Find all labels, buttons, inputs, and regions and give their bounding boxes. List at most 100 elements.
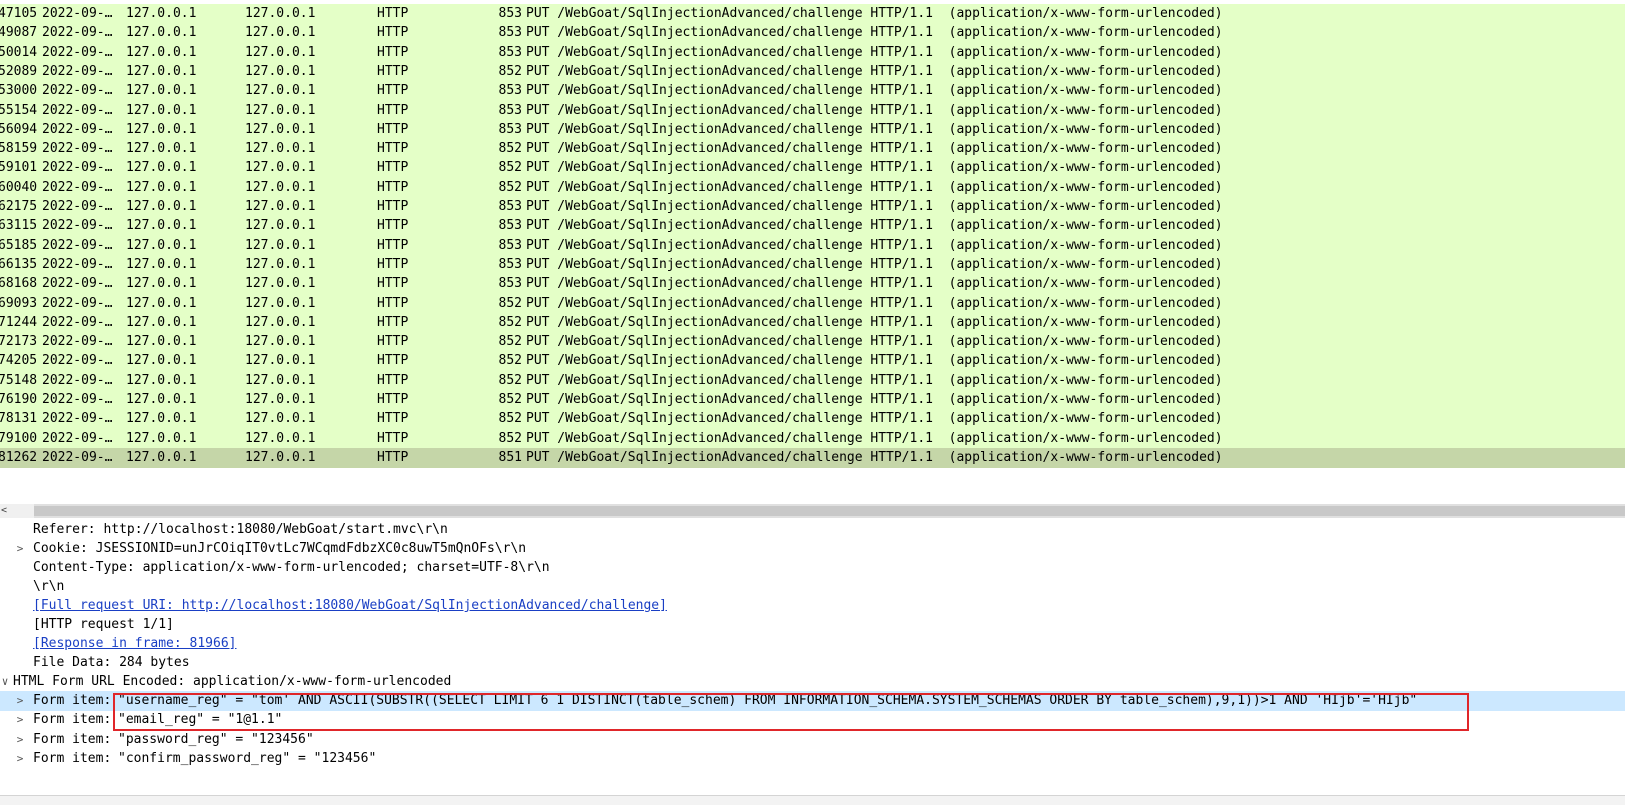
- packet-row[interactable]: 76190 2022-09-… 127.0.0.1 127.0.0.1 HTTP 852 P…: [0, 390, 1625, 410]
- packet-row[interactable]: 62175 2022-09-… 127.0.0.1 127.0.0.1 HTTP 853 P…: [0, 197, 1625, 217]
- form-item-value: "confirm_password_reg" = "123456": [118, 751, 377, 766]
- packet-protocol: HTTP: [377, 450, 409, 465]
- packet-row[interactable]: 52089 2022-09-… 127.0.0.1 127.0.0.1 HTTP 852 P…: [0, 62, 1625, 82]
- collapse-arrow-icon[interactable]: ∨: [0, 672, 11, 692]
- packet-row[interactable]: 60040 2022-09-… 127.0.0.1 127.0.0.1 HTTP 852 P…: [0, 178, 1625, 198]
- packet-destination: 127.0.0.1: [245, 160, 316, 175]
- packet-source: 127.0.0.1: [126, 373, 197, 388]
- packet-info: PUT /WebGoat/SqlInjectionAdvanced/challe…: [526, 103, 1223, 118]
- packet-time: 2022-09-…: [42, 25, 113, 40]
- packet-protocol: HTTP: [377, 373, 409, 388]
- packet-destination: 127.0.0.1: [245, 392, 316, 407]
- packet-row[interactable]: 71244 2022-09-… 127.0.0.1 127.0.0.1 HTTP 852 P…: [0, 313, 1625, 333]
- packet-row[interactable]: 66135 2022-09-… 127.0.0.1 127.0.0.1 HTTP 853 P…: [0, 255, 1625, 275]
- detail-content-type-text: Content-Type: application/x-www-form-url…: [33, 560, 550, 575]
- form-item-value: "password_reg" = "123456": [118, 732, 314, 747]
- packet-length: 852: [498, 411, 522, 426]
- detail-crlf[interactable]: \r\n: [0, 577, 1625, 597]
- expand-arrow-icon[interactable]: >: [14, 730, 26, 750]
- packet-protocol: HTTP: [377, 160, 409, 175]
- packet-destination: 127.0.0.1: [245, 431, 316, 446]
- packet-row[interactable]: 50014 2022-09-… 127.0.0.1 127.0.0.1 HTTP 853 P…: [0, 43, 1625, 63]
- packet-protocol: HTTP: [377, 353, 409, 368]
- packet-number: 66135: [0, 257, 38, 272]
- packet-info: PUT /WebGoat/SqlInjectionAdvanced/challe…: [526, 431, 1223, 446]
- packet-destination: 127.0.0.1: [245, 450, 316, 465]
- scroll-left-arrow-icon[interactable]: <: [0, 504, 34, 518]
- expand-arrow-icon[interactable]: >: [14, 691, 26, 711]
- packet-row[interactable]: 69093 2022-09-… 127.0.0.1 127.0.0.1 HTTP 852 P…: [0, 294, 1625, 314]
- packet-info: PUT /WebGoat/SqlInjectionAdvanced/challe…: [526, 45, 1223, 60]
- packet-protocol: HTTP: [377, 276, 409, 291]
- expand-arrow-icon[interactable]: >: [14, 749, 26, 769]
- packet-length: 853: [498, 218, 522, 233]
- packet-length: 853: [498, 83, 522, 98]
- packet-length: 852: [498, 315, 522, 330]
- packet-number: 74205: [0, 353, 38, 368]
- packet-row[interactable]: 72173 2022-09-… 127.0.0.1 127.0.0.1 HTTP 852 P…: [0, 332, 1625, 352]
- packet-protocol: HTTP: [377, 122, 409, 137]
- packet-protocol: HTTP: [377, 218, 409, 233]
- packet-info: PUT /WebGoat/SqlInjectionAdvanced/challe…: [526, 122, 1223, 137]
- form-item-row[interactable]: > Form item: "confirm_password_reg" = "12…: [0, 749, 1625, 769]
- packet-number: 52089: [0, 64, 38, 79]
- packet-time: 2022-09-…: [42, 411, 113, 426]
- packet-time: 2022-09-…: [42, 276, 113, 291]
- packet-row[interactable]: 58159 2022-09-… 127.0.0.1 127.0.0.1 HTTP 852 P…: [0, 139, 1625, 159]
- form-item-row[interactable]: > Form item: "email_reg" = "1@1.1": [0, 710, 1625, 730]
- packet-row[interactable]: 81262 2022-09-… 127.0.0.1 127.0.0.1 HTTP 851 P…: [0, 448, 1625, 468]
- packet-list[interactable]: 47105 2022-09-… 127.0.0.1 127.0.0.1 HTTP 853 P…: [0, 0, 1625, 484]
- expand-arrow-icon[interactable]: >: [14, 539, 26, 559]
- detail-content-type[interactable]: Content-Type: application/x-www-form-url…: [0, 558, 1625, 578]
- packet-details-tree[interactable]: Referer: http://localhost:18080/WebGoat/…: [0, 520, 1625, 804]
- packet-protocol: HTTP: [377, 103, 409, 118]
- packet-row[interactable]: 65185 2022-09-… 127.0.0.1 127.0.0.1 HTTP 853 P…: [0, 236, 1625, 256]
- packet-info: PUT /WebGoat/SqlInjectionAdvanced/challe…: [526, 64, 1223, 79]
- detail-file-data[interactable]: File Data: 284 bytes: [0, 653, 1625, 673]
- detail-response-in[interactable]: [Response in frame: 81966]: [0, 634, 1625, 654]
- packet-row[interactable]: 75148 2022-09-… 127.0.0.1 127.0.0.1 HTTP 852 P…: [0, 371, 1625, 391]
- detail-http-request[interactable]: [HTTP request 1/1]: [0, 615, 1625, 635]
- packet-length: 852: [498, 64, 522, 79]
- packet-row[interactable]: 59101 2022-09-… 127.0.0.1 127.0.0.1 HTTP 852 P…: [0, 158, 1625, 178]
- detail-referer[interactable]: Referer: http://localhost:18080/WebGoat/…: [0, 520, 1625, 540]
- packet-source: 127.0.0.1: [126, 160, 197, 175]
- scrollbar-thumb[interactable]: [34, 506, 1625, 516]
- packet-destination: 127.0.0.1: [245, 6, 316, 21]
- packet-destination: 127.0.0.1: [245, 353, 316, 368]
- packet-row[interactable]: 68168 2022-09-… 127.0.0.1 127.0.0.1 HTTP 853 P…: [0, 274, 1625, 294]
- packet-length: 853: [498, 25, 522, 40]
- packet-time: 2022-09-…: [42, 334, 113, 349]
- packet-row[interactable]: 78131 2022-09-… 127.0.0.1 127.0.0.1 HTTP 852 P…: [0, 409, 1625, 429]
- form-item-row[interactable]: > Form item: "username_reg" = "tom' AND A…: [0, 691, 1625, 711]
- packet-time: 2022-09-…: [42, 257, 113, 272]
- packet-info: PUT /WebGoat/SqlInjectionAdvanced/challe…: [526, 199, 1223, 214]
- packet-row[interactable]: 49087 2022-09-… 127.0.0.1 127.0.0.1 HTTP 853 P…: [0, 23, 1625, 43]
- detail-full-uri[interactable]: [Full request URI: http://localhost:1808…: [0, 596, 1625, 616]
- horizontal-scrollbar[interactable]: <: [0, 504, 1625, 518]
- packet-row[interactable]: 47105 2022-09-… 127.0.0.1 127.0.0.1 HTTP 853 P…: [0, 4, 1625, 24]
- packet-row[interactable]: 63115 2022-09-… 127.0.0.1 127.0.0.1 HTTP 853 P…: [0, 216, 1625, 236]
- packet-time: 2022-09-…: [42, 103, 113, 118]
- packet-row[interactable]: 55154 2022-09-… 127.0.0.1 127.0.0.1 HTTP 853 P…: [0, 101, 1625, 121]
- packet-info: PUT /WebGoat/SqlInjectionAdvanced/challe…: [526, 257, 1223, 272]
- packet-destination: 127.0.0.1: [245, 296, 316, 311]
- packet-number: 72173: [0, 334, 38, 349]
- packet-row[interactable]: 53000 2022-09-… 127.0.0.1 127.0.0.1 HTTP 853 P…: [0, 81, 1625, 101]
- packet-number: 59101: [0, 160, 38, 175]
- response-in-frame-link[interactable]: [Response in frame: 81966]: [33, 634, 237, 654]
- packet-time: 2022-09-…: [42, 83, 113, 98]
- packet-destination: 127.0.0.1: [245, 25, 316, 40]
- detail-form-header[interactable]: ∨ HTML Form URL Encoded: application/x-w…: [0, 672, 1625, 692]
- packet-destination: 127.0.0.1: [245, 334, 316, 349]
- packet-row[interactable]: 56094 2022-09-… 127.0.0.1 127.0.0.1 HTTP 853 P…: [0, 120, 1625, 140]
- packet-row[interactable]: 79100 2022-09-… 127.0.0.1 127.0.0.1 HTTP 852 P…: [0, 429, 1625, 449]
- packet-source: 127.0.0.1: [126, 141, 197, 156]
- form-item-row[interactable]: > Form item: "password_reg" = "123456": [0, 730, 1625, 750]
- packet-row[interactable]: 74205 2022-09-… 127.0.0.1 127.0.0.1 HTTP 852 P…: [0, 351, 1625, 371]
- packet-info: PUT /WebGoat/SqlInjectionAdvanced/challe…: [526, 296, 1223, 311]
- detail-cookie[interactable]: > Cookie: JSESSIONID=unJrCOiqIT0vtLc7WCq…: [0, 539, 1625, 559]
- full-request-uri-link[interactable]: [Full request URI: http://localhost:1808…: [33, 596, 667, 616]
- packet-number: 79100: [0, 431, 38, 446]
- expand-arrow-icon[interactable]: >: [14, 710, 26, 730]
